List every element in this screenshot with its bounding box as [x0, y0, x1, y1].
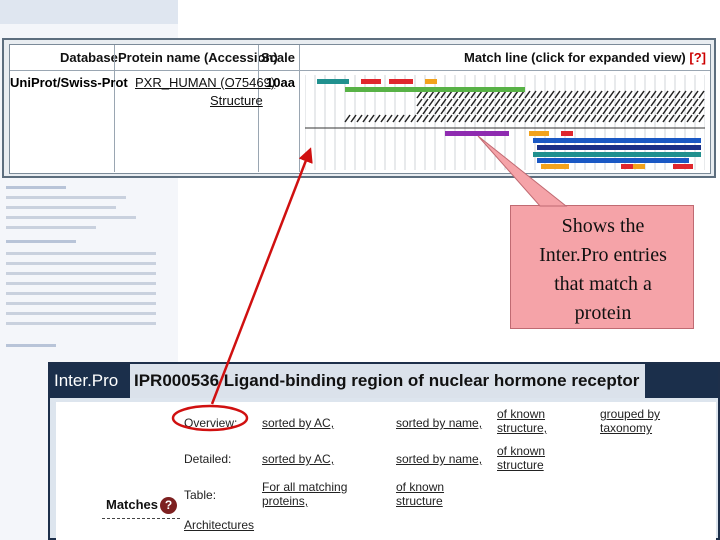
annotation-arrows: [171, 135, 568, 432]
callout-pointer: [477, 135, 568, 207]
overview-highlight-circle: [171, 404, 249, 432]
red-arrow-line: [210, 147, 313, 405]
